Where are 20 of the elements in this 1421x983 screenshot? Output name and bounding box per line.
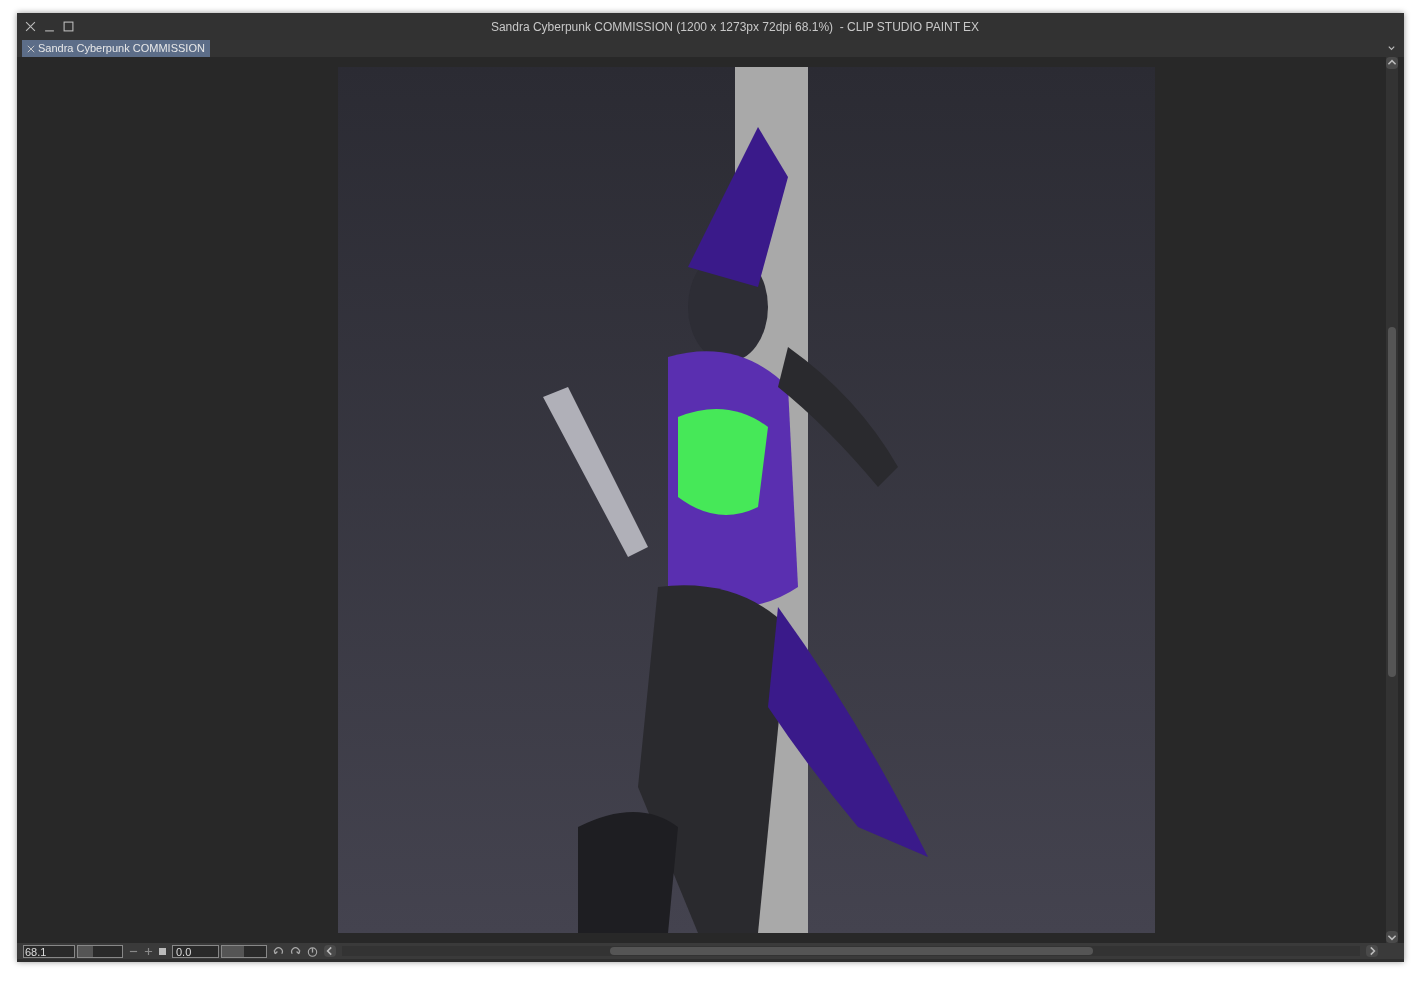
rotate-left-icon[interactable] xyxy=(273,945,284,957)
square-icon[interactable] xyxy=(159,947,166,955)
horizontal-scrollbar[interactable] xyxy=(342,946,1360,956)
close-icon[interactable] xyxy=(25,21,36,32)
zoom-field[interactable]: 68.1 xyxy=(23,944,75,958)
window-title: Sandra Cyberpunk COMMISSION (1200 x 1273px 72dpi 68.1%) - CLIP STUDIO PAINT EX xyxy=(490,18,980,36)
vertical-scrollbar[interactable] xyxy=(1386,57,1398,943)
scroll-up-icon[interactable] xyxy=(1386,57,1398,69)
rotation-field[interactable]: 0.0 xyxy=(172,944,219,958)
rotation-slider[interactable] xyxy=(221,944,267,958)
scroll-down-icon[interactable] xyxy=(1386,931,1398,943)
scroll-right-icon[interactable] xyxy=(1366,945,1378,957)
plus-icon[interactable] xyxy=(144,946,153,956)
close-icon[interactable] xyxy=(27,44,35,53)
rotate-right-icon[interactable] xyxy=(290,945,301,957)
document-tab[interactable]: Sandra Cyberpunk COMMISSION xyxy=(22,40,210,57)
maximize-icon[interactable] xyxy=(63,21,74,32)
chevron-down-icon[interactable] xyxy=(1387,44,1396,53)
scroll-left-icon[interactable] xyxy=(324,945,336,957)
zoom-slider[interactable] xyxy=(77,944,123,958)
